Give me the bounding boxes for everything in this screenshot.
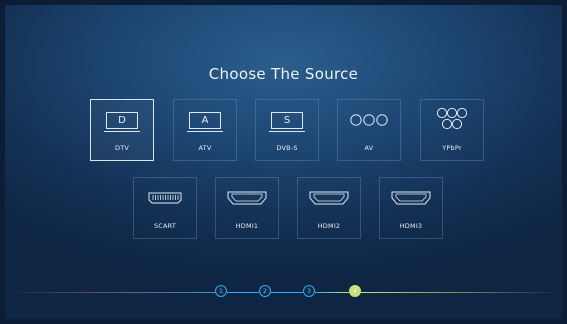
source-tile-scart[interactable]: SCART [133, 177, 197, 239]
scart-port-icon [134, 184, 196, 212]
source-tile-hdmi1[interactable]: HDMI1 [215, 177, 279, 239]
icon-letter: A [187, 111, 223, 132]
step-progress: 1 2 3 4 [5, 285, 562, 299]
source-label: YPbPr [442, 144, 462, 152]
source-label: DVB-S [276, 144, 298, 152]
source-label: HDMI1 [235, 222, 259, 230]
step-1: 1 [215, 285, 227, 297]
source-label: ATV [198, 144, 212, 152]
source-label: DTV [114, 144, 130, 152]
hdmi-port-icon [298, 184, 360, 212]
source-label: HDMI2 [317, 222, 341, 230]
tv-screen: Choose The Source D DTV A ATV S DVB-S AV [5, 5, 562, 319]
icon-letter: S [269, 111, 305, 132]
hdmi-port-icon [380, 184, 442, 212]
source-label: AV [364, 144, 374, 152]
source-tile-hdmi2[interactable]: HDMI2 [297, 177, 361, 239]
source-tile-dtv[interactable]: D DTV [90, 99, 154, 161]
source-label: SCART [153, 222, 177, 230]
step-2: 2 [259, 285, 271, 297]
source-tile-dvb-s[interactable]: S DVB-S [255, 99, 319, 161]
hdmi-port-icon [216, 184, 278, 212]
page-title: Choose The Source [208, 65, 359, 83]
letter-box-icon: D [91, 106, 153, 134]
source-tile-atv[interactable]: A ATV [173, 99, 237, 161]
step-4-current: 4 [349, 285, 361, 297]
progress-line-segment [227, 292, 259, 293]
source-tile-hdmi3[interactable]: HDMI3 [379, 177, 443, 239]
source-tile-av[interactable]: AV [337, 99, 401, 161]
av-circles-icon [338, 106, 400, 134]
progress-line-segment [271, 292, 303, 293]
icon-letter: D [104, 111, 140, 132]
source-tile-ypbpr[interactable]: YPbPr [420, 99, 484, 161]
step-3: 3 [303, 285, 315, 297]
letter-box-icon: S [256, 106, 318, 134]
ypbpr-circles-icon [421, 106, 483, 134]
progress-line-left [5, 292, 215, 293]
letter-box-icon: A [174, 106, 236, 134]
progress-line-segment [315, 292, 349, 293]
progress-line-right [361, 292, 562, 293]
source-label: HDMI3 [399, 222, 423, 230]
